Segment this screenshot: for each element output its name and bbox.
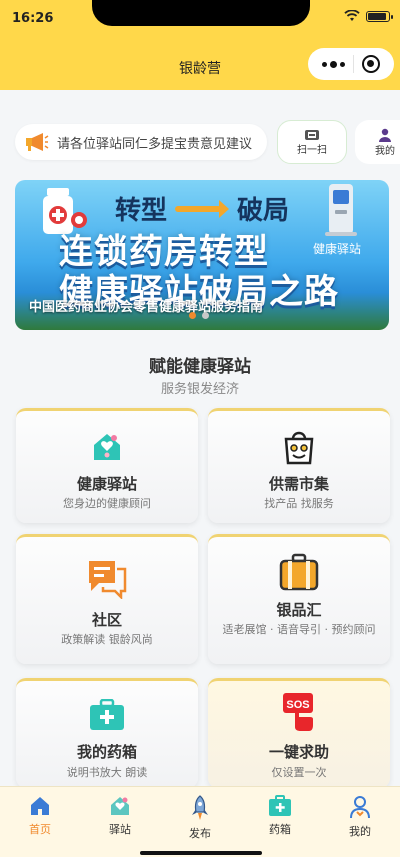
section-subtitle: 服务银发经济 <box>160 382 239 397</box>
sos-icon: SOS <box>283 693 313 731</box>
banner-tag: 健康驿站 <box>312 242 361 256</box>
header-bar: 16:26 银龄营 <box>0 0 400 90</box>
carousel-indicator[interactable] <box>189 312 209 319</box>
card-desc: 找产品 找服务 <box>264 497 334 510</box>
megaphone-icon <box>26 133 49 151</box>
card-title: 我的药箱 <box>76 743 137 761</box>
tab-station[interactable]: 驿站 <box>80 787 160 857</box>
card-title: 健康驿站 <box>76 475 137 493</box>
carousel-dot-active[interactable] <box>189 312 196 319</box>
tab-label: 首页 <box>29 823 51 836</box>
scan-label: 扫一扫 <box>297 144 327 156</box>
station-icon <box>111 797 129 815</box>
shopping-bag-icon <box>284 431 314 465</box>
notice-bar[interactable]: 请各位驿站同仁多提宝贵意见建议 <box>15 124 267 160</box>
card-title: 银品汇 <box>276 601 322 619</box>
card-community[interactable]: 社区 政策解读 银龄风尚 <box>16 534 198 664</box>
card-market[interactable]: 供需市集 找产品 找服务 <box>208 408 390 523</box>
house-heart-icon <box>94 434 120 460</box>
card-title: 一键求助 <box>268 743 329 761</box>
arrow-right-icon <box>175 199 230 218</box>
kiosk-device-icon <box>325 184 357 236</box>
card-title: 社区 <box>91 611 122 629</box>
card-health-station[interactable]: 健康驿站 您身边的健康顾问 <box>16 408 198 523</box>
close-target-icon[interactable] <box>362 55 380 73</box>
banner-top-line: 转型 破局 <box>115 190 289 227</box>
battery-icon <box>366 10 393 22</box>
home-indicator[interactable] <box>140 851 262 855</box>
card-silver-mall[interactable]: 银品汇 适老展馆 · 语音导引 · 预约顾问 <box>208 534 390 664</box>
carousel-dot[interactable] <box>202 312 209 319</box>
tab-label: 发布 <box>189 827 211 840</box>
medkit-icon <box>90 699 124 730</box>
scan-button[interactable]: 扫一扫 <box>277 120 347 164</box>
card-medicine-box[interactable]: 我的药箱 说明书放大 朗读 <box>16 678 198 788</box>
rocket-icon <box>192 795 208 820</box>
user-icon <box>379 128 391 142</box>
tab-home[interactable]: 首页 <box>0 787 80 857</box>
card-desc: 政策解读 银龄风尚 <box>61 633 153 646</box>
tab-label: 驿站 <box>109 823 131 836</box>
status-icons <box>344 10 393 22</box>
more-icon[interactable] <box>322 60 345 68</box>
tab-label: 药箱 <box>269 823 291 836</box>
device-notch <box>92 0 310 26</box>
user-icon <box>350 796 370 819</box>
medkit-icon <box>269 795 291 816</box>
bottom-tab-bar: 首页 驿站 发布 药箱 我的 <box>0 786 400 857</box>
status-time: 16:26 <box>12 11 54 26</box>
section-title: 赋能健康驿站 <box>149 357 251 377</box>
scan-icon <box>305 129 319 140</box>
svg-text:SOS: SOS <box>286 699 309 711</box>
card-desc: 适老展馆 · 语音导引 · 预约顾问 <box>222 623 376 636</box>
card-title: 供需市集 <box>268 475 329 493</box>
card-sos[interactable]: SOS 一键求助 仅设置一次 <box>208 678 390 788</box>
banner-top-left: 转型 <box>115 196 168 226</box>
tab-label: 我的 <box>349 825 371 838</box>
card-desc: 仅设置一次 <box>271 766 327 779</box>
banner-caption: 中国医药商业协会零售健康驿站服务指南 <box>29 300 264 315</box>
promo-banner[interactable]: 转型 破局 连锁药房转型 健康驿站破局之路 健康驿站 中国医药商业协会零售健康驿… <box>15 180 389 330</box>
mine-button[interactable]: 我的 <box>355 120 400 164</box>
banner-top-right: 破局 <box>237 196 290 226</box>
chat-bubble-icon <box>89 561 127 599</box>
wifi-icon <box>344 10 360 21</box>
tab-medkit[interactable]: 药箱 <box>240 787 320 857</box>
mine-label: 我的 <box>375 145 395 157</box>
home-icon <box>31 797 49 815</box>
tab-mine[interactable]: 我的 <box>320 787 400 857</box>
card-desc: 您身边的健康顾问 <box>63 497 151 510</box>
mini-program-capsule[interactable] <box>308 48 394 80</box>
tab-publish[interactable]: 发布 <box>160 787 240 857</box>
suitcase-icon <box>279 553 319 591</box>
notice-text: 请各位驿站同仁多提宝贵意见建议 <box>57 136 253 152</box>
card-desc: 说明书放大 朗读 <box>66 766 148 779</box>
